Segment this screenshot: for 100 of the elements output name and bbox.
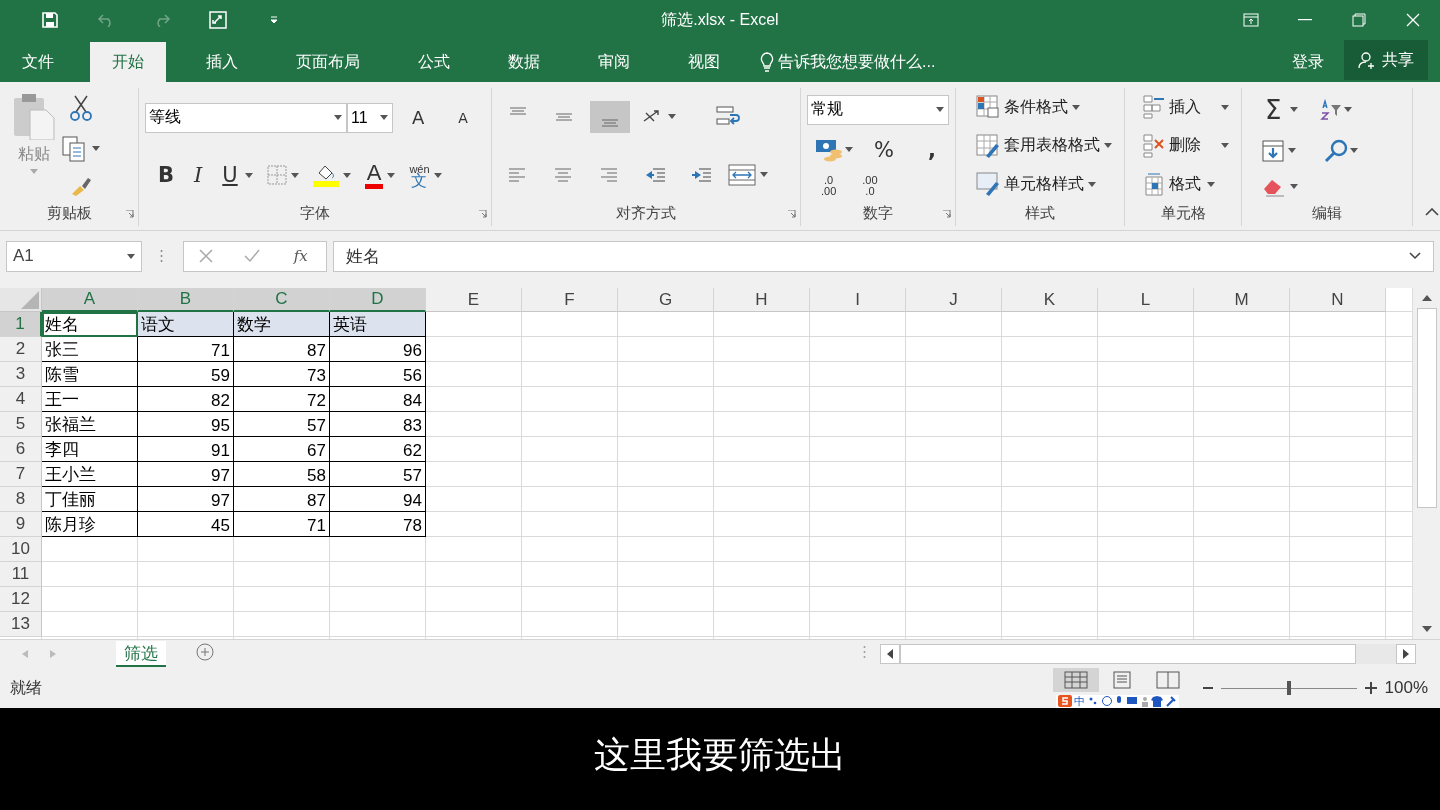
scroll-up-icon[interactable]	[1421, 295, 1432, 302]
column-header[interactable]: M	[1194, 288, 1290, 313]
caret-icon[interactable]	[1290, 184, 1298, 190]
caret-icon[interactable]	[1288, 148, 1296, 154]
column-header[interactable]: G	[618, 288, 714, 313]
add-sheet-icon[interactable]	[196, 643, 214, 662]
row-header[interactable]: 6	[0, 437, 42, 463]
column-header[interactable]: I	[810, 288, 906, 313]
styles-button[interactable]: 条件格式	[972, 93, 1084, 122]
cells-button[interactable]: 删除	[1139, 131, 1233, 160]
share-button[interactable]: 共享	[1344, 40, 1428, 80]
cells-button[interactable]: 格式	[1139, 170, 1219, 199]
font-size-field[interactable]: 11	[347, 102, 393, 133]
row-header[interactable]: 13	[0, 612, 42, 638]
decrease-indent-icon[interactable]	[645, 165, 667, 184]
minimize-icon[interactable]	[1298, 19, 1312, 21]
search-icon[interactable]	[1324, 138, 1348, 163]
zoom-in-icon[interactable]	[1364, 682, 1377, 695]
caret-icon[interactable]	[290, 172, 299, 178]
grow-font-button[interactable]: A	[409, 107, 428, 129]
scrollbar-thumb[interactable]	[1416, 308, 1437, 509]
currency-icon[interactable]	[815, 137, 843, 162]
column-header[interactable]: A	[42, 288, 138, 313]
fill-down-icon[interactable]	[1262, 139, 1284, 162]
zoom-thumb[interactable]	[1286, 681, 1291, 696]
zoom-percent[interactable]: 100%	[1384, 678, 1428, 699]
dialog-launcher-icon[interactable]	[788, 209, 796, 218]
shrink-font-button[interactable]: A	[455, 109, 471, 126]
row-header[interactable]: 9	[0, 512, 42, 538]
fill-color-icon[interactable]	[312, 163, 339, 188]
vertical-align-button[interactable]	[590, 100, 630, 133]
split-grip-icon[interactable]	[863, 645, 866, 660]
caret-icon[interactable]	[433, 172, 442, 178]
caret-icon[interactable]	[1344, 107, 1353, 113]
column-header[interactable]: F	[522, 288, 618, 313]
column-header[interactable]: K	[1002, 288, 1098, 313]
caret-icon[interactable]	[92, 146, 100, 152]
copy-icon[interactable]	[62, 135, 86, 162]
row-header[interactable]: 8	[0, 487, 42, 513]
ribbon-display-icon[interactable]	[1243, 13, 1259, 27]
caret-icon[interactable]	[244, 172, 253, 178]
caret-icon[interactable]	[342, 172, 351, 178]
autosum-button[interactable]: Σ	[1262, 94, 1285, 125]
ribbon-tab[interactable]: 开始	[90, 42, 166, 82]
view-button[interactable]	[1052, 668, 1099, 693]
caret-icon[interactable]	[380, 115, 388, 121]
row-header[interactable]: 2	[0, 337, 42, 363]
underline-button[interactable]: U	[219, 163, 241, 188]
percent-button[interactable]: %	[871, 137, 897, 162]
zoom-out-icon[interactable]	[1202, 687, 1213, 690]
caret-icon[interactable]	[1350, 148, 1358, 154]
grip-icon[interactable]	[160, 249, 163, 264]
scroll-left-icon[interactable]	[887, 649, 893, 660]
caret-icon[interactable]	[334, 115, 342, 121]
column-header[interactable]: E	[426, 288, 522, 313]
row-header[interactable]: 1	[0, 312, 42, 338]
ime-toolbar[interactable]: 中	[1056, 695, 1179, 708]
caret-icon[interactable]	[668, 114, 676, 120]
comma-style-button[interactable]: ,	[924, 137, 939, 162]
column-header[interactable]: J	[906, 288, 1002, 313]
caret-icon[interactable]	[760, 172, 768, 178]
scroll-right-icon[interactable]	[1403, 649, 1409, 660]
decrease-decimal-button[interactable]: .00 .0	[862, 174, 878, 197]
scrollbar-thumb[interactable]	[900, 644, 1356, 665]
bold-button[interactable]: B	[155, 163, 177, 188]
sort-filter-icon[interactable]	[1320, 98, 1343, 121]
column-header[interactable]: B	[138, 288, 234, 313]
increase-decimal-button[interactable]: .0 .00	[821, 174, 837, 197]
dialog-launcher-icon[interactable]	[943, 209, 951, 218]
font-color-button[interactable]: A	[364, 161, 384, 189]
dialog-launcher-icon[interactable]	[126, 209, 134, 218]
row-header[interactable]: 10	[0, 537, 42, 563]
ribbon-tab[interactable]: 页面布局	[274, 42, 382, 82]
format-painter-icon[interactable]	[70, 176, 92, 197]
column-header[interactable]: H	[714, 288, 810, 313]
caret-icon[interactable]	[127, 253, 135, 259]
increase-indent-icon[interactable]	[691, 165, 713, 184]
tell-me-field[interactable]: 告诉我您想要做什么...	[778, 51, 936, 73]
styles-button[interactable]: 套用表格格式	[972, 131, 1116, 160]
column-header[interactable]: D	[330, 288, 426, 313]
customize-caret-icon[interactable]	[269, 16, 279, 24]
number-format-field[interactable]: 常规	[807, 94, 949, 125]
ribbon-tab[interactable]: 视图	[666, 42, 742, 82]
row-header[interactable]: 11	[0, 562, 42, 588]
phonetic-button[interactable]: wén 文	[409, 163, 430, 188]
ribbon-tab[interactable]: 审阅	[576, 42, 652, 82]
styles-button[interactable]: 单元格样式	[972, 170, 1100, 199]
column-header[interactable]: C	[234, 288, 330, 313]
formula-field[interactable]: 姓名	[333, 240, 1434, 273]
row-header[interactable]: 5	[0, 412, 42, 438]
merge-center-icon[interactable]	[728, 163, 756, 186]
touch-mode-icon[interactable]	[209, 11, 227, 29]
row-header[interactable]: 4	[0, 387, 42, 413]
restore-icon[interactable]	[1352, 13, 1366, 27]
ribbon-tab[interactable]: 文件	[0, 42, 76, 82]
row-header[interactable]: 7	[0, 462, 42, 488]
font-name-field[interactable]: 等线	[145, 102, 347, 133]
scroll-down-icon[interactable]	[1421, 626, 1432, 633]
save-icon[interactable]	[42, 12, 58, 28]
cells-button[interactable]: 插入	[1139, 93, 1233, 122]
